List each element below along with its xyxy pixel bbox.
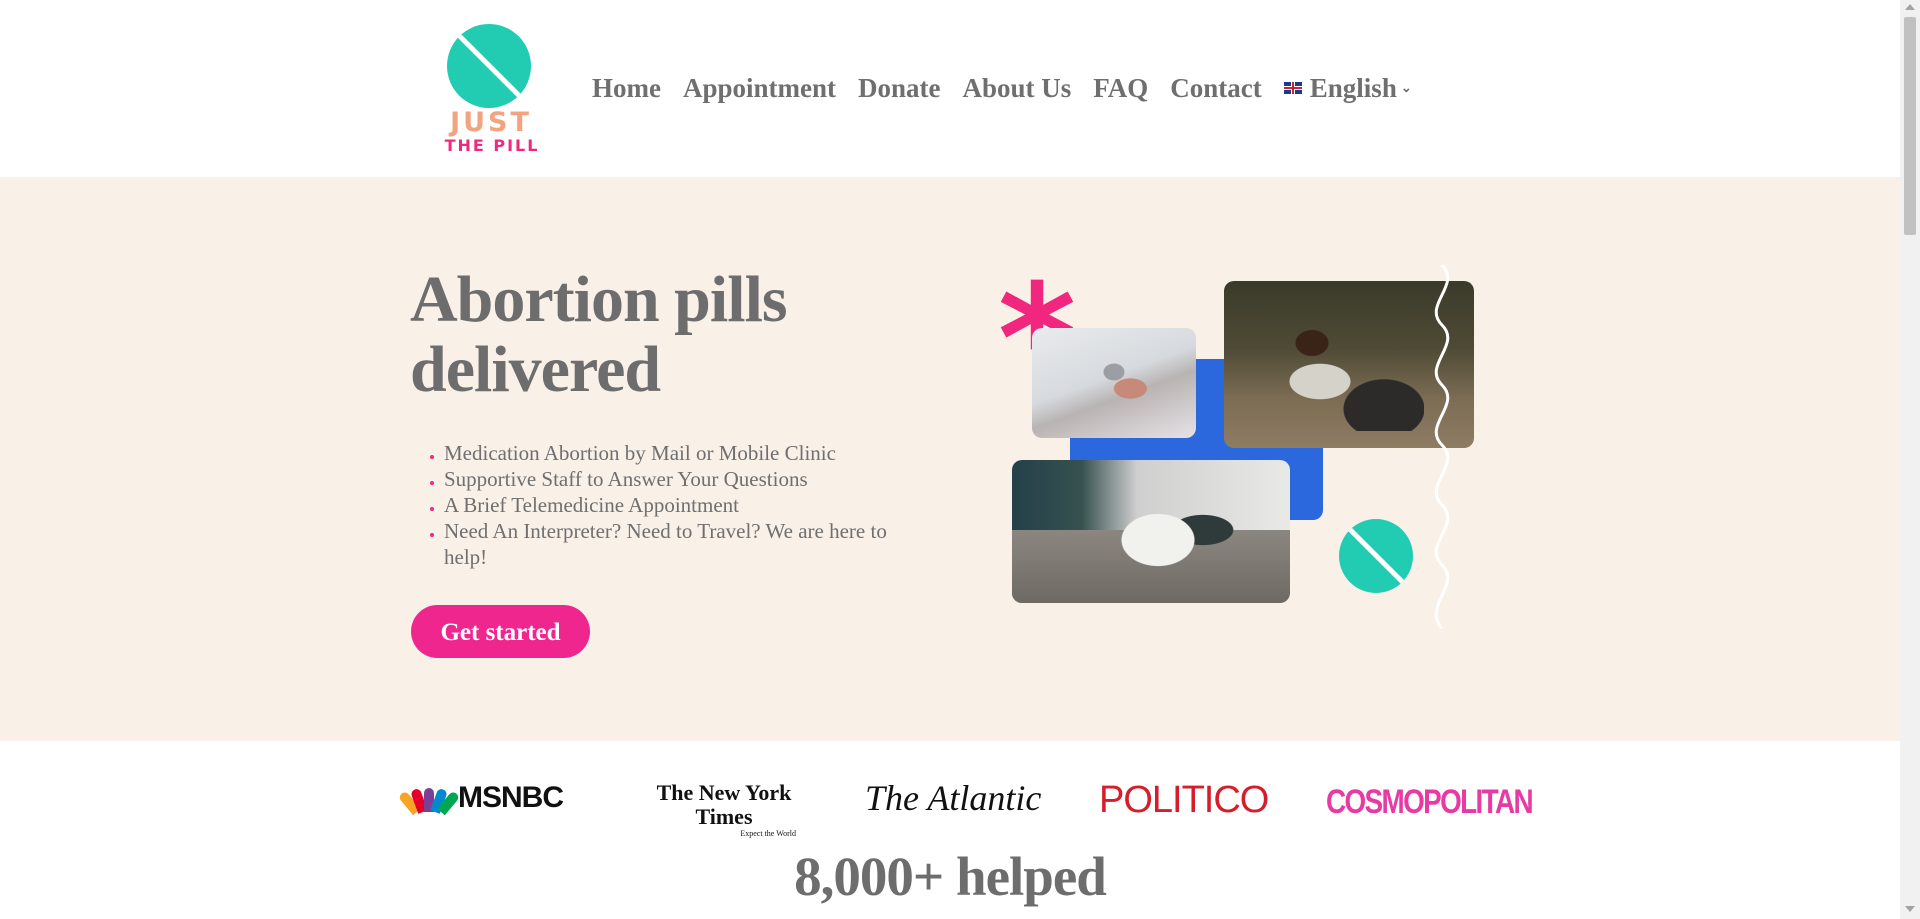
page-scrollbar[interactable] — [1900, 0, 1920, 919]
logo-text-just: JUST — [450, 107, 532, 138]
hero-title: Abortion pills delivered — [410, 263, 788, 406]
couple-sofa-photo — [1012, 460, 1290, 603]
language-selector[interactable]: English ⌄ — [1283, 70, 1412, 106]
peacock-icon — [397, 784, 461, 816]
nyt-tagline: Expect the World — [740, 829, 796, 838]
squiggle-line-icon — [1434, 265, 1450, 629]
nav-contact[interactable]: Contact — [1170, 70, 1261, 106]
get-started-button[interactable]: Get started — [411, 605, 590, 658]
nav-donate[interactable]: Donate — [858, 70, 941, 106]
msnbc-logo: MSNBC — [397, 781, 564, 816]
main-nav: Home Appointment Donate About Us FAQ Con… — [592, 70, 1434, 106]
chevron-down-icon: ⌄ — [1400, 80, 1412, 95]
logo-pill-icon — [447, 24, 531, 108]
pill-icon — [1339, 519, 1413, 593]
hero-bullet: Supportive Staff to Answer Your Question… — [444, 466, 924, 492]
doctor-phone-photo — [1032, 328, 1196, 438]
nav-home[interactable]: Home — [592, 70, 661, 106]
msnbc-wordmark: MSNBC — [458, 781, 564, 814]
hero-bullet: A Brief Telemedicine Appointment — [444, 492, 924, 518]
atlantic-logo: The Atlantic — [865, 778, 1042, 818]
hero-collage: * — [990, 265, 1510, 635]
helped-count-heading: 8,000+ helped — [794, 846, 1107, 907]
uk-flag-icon — [1283, 82, 1302, 94]
scroll-down-arrow-icon[interactable] — [1905, 906, 1915, 912]
hero-bullet: Need An Interpreter? Need to Travel? We … — [444, 518, 924, 570]
nav-faq[interactable]: FAQ — [1093, 70, 1148, 106]
nav-appointment[interactable]: Appointment — [683, 70, 836, 106]
language-label: English — [1309, 73, 1397, 103]
scroll-up-arrow-icon[interactable] — [1905, 4, 1915, 10]
cosmopolitan-logo: COSMOPOLITAN — [1326, 783, 1534, 821]
nav-about-us[interactable]: About Us — [963, 70, 1072, 106]
hero-section: Abortion pills delivered Medication Abor… — [0, 177, 1900, 741]
hero-bullet-list: Medication Abortion by Mail or Mobile Cl… — [412, 440, 924, 570]
site-header: JUST THE PILL Home Appointment Donate Ab… — [0, 0, 1900, 177]
press-section: MSNBC The New York Times Expect the Worl… — [0, 741, 1900, 919]
nyt-wordmark: The New York Times — [656, 780, 792, 829]
nyt-logo: The New York Times Expect the World — [638, 780, 810, 839]
scroll-thumb[interactable] — [1904, 17, 1916, 235]
just-the-pill-logo[interactable]: JUST THE PILL — [444, 22, 540, 156]
politico-logo: POLITICO — [1099, 779, 1269, 821]
hero-bullet: Medication Abortion by Mail or Mobile Cl… — [444, 440, 924, 466]
logo-text-the-pill: THE PILL — [444, 136, 540, 155]
